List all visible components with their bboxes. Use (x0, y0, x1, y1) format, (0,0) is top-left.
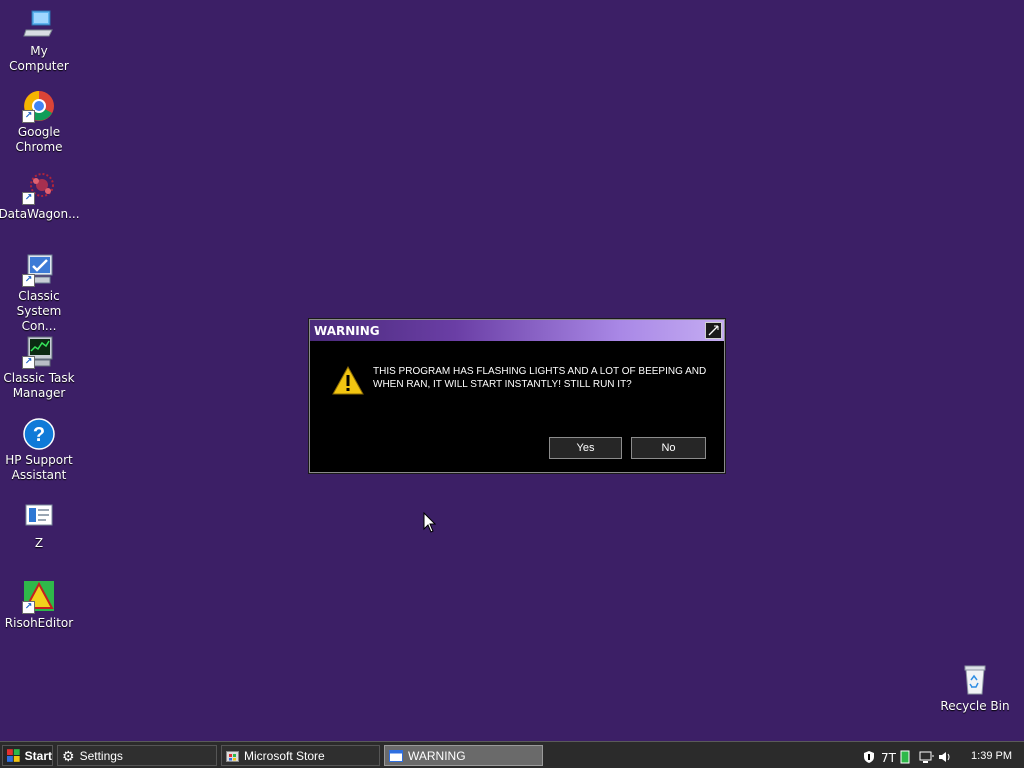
desktop-icon-my-computer[interactable]: My Computer (0, 8, 78, 74)
desktop-icon-datawagon[interactable]: ↗ DataWagon... (0, 171, 80, 222)
desktop-icon-label: Classic Task Manager (3, 371, 75, 400)
start-button[interactable]: Start (2, 745, 53, 766)
store-icon (226, 751, 239, 762)
dialog-title: WARNING (314, 323, 380, 338)
dialog-message: THIS PROGRAM HAS FLASHING LIGHTS AND A L… (373, 366, 707, 390)
start-label: Start (24, 748, 52, 763)
close-button[interactable] (705, 322, 722, 339)
network-icon[interactable] (919, 749, 935, 763)
taskbar-item-label: WARNING (408, 748, 466, 763)
shortcut-arrow-icon: ↗ (22, 110, 35, 123)
window-icon (389, 749, 403, 762)
taskbar: Start ⚙ Settings Microsoft Store WARNING… (0, 741, 1024, 768)
desktop-icon-recycle-bin[interactable]: Recycle Bin (936, 663, 1014, 714)
control-panel-icon: ↗ (22, 253, 56, 287)
taskbar-item-warning[interactable]: WARNING (384, 745, 543, 766)
computer-icon (22, 8, 56, 42)
desktop-icon-label: RisohEditor (4, 616, 74, 630)
desktop-icon-label: Classic System Con... (16, 289, 62, 333)
svg-text:7T: 7T (881, 751, 897, 764)
close-icon (708, 325, 719, 336)
desktop-icon-label: Z (34, 536, 44, 550)
taskbar-item-label: Settings (79, 748, 123, 763)
shortcut-arrow-icon: ↗ (22, 601, 35, 614)
task-manager-icon: ↗ (22, 335, 56, 369)
desktop-icon-label: HP Support Assistant (5, 453, 73, 482)
gear-icon: ⚙ (62, 747, 75, 764)
risoheditor-icon: ↗ (22, 580, 56, 614)
svg-text:?: ? (33, 424, 45, 446)
desktop-icon-label: DataWagon... (0, 207, 80, 221)
desktop-icon-label: My Computer (9, 44, 69, 73)
shortcut-arrow-icon: ↗ (22, 274, 35, 287)
warning-dialog: WARNING THIS PROGRAM HAS FLASHING LIGHTS… (309, 319, 725, 473)
desktop-icon-classic-task-manager[interactable]: ↗ Classic Task Manager (0, 335, 78, 401)
document-window-icon (22, 500, 56, 534)
desktop-icon-label: Recycle Bin (940, 699, 1010, 713)
security-shield-icon[interactable] (862, 749, 876, 763)
ime-input-icon[interactable]: 7T (881, 749, 897, 765)
dialog-body: THIS PROGRAM HAS FLASHING LIGHTS AND A L… (310, 341, 724, 470)
desktop-icon-label: Google Chrome (15, 125, 63, 154)
help-question-icon: ? (22, 417, 56, 451)
recycle-bin-icon (958, 663, 992, 697)
yes-button[interactable]: Yes (549, 437, 622, 459)
mouse-cursor-icon (423, 511, 437, 537)
desktop-icon-classic-system-control[interactable]: ↗ Classic System Con... (0, 253, 78, 334)
chrome-icon: ↗ (22, 89, 56, 123)
taskbar-item-label: Microsoft Store (244, 748, 325, 763)
taskbar-item-settings[interactable]: ⚙ Settings (57, 745, 217, 766)
desktop-icon-google-chrome[interactable]: ↗ Google Chrome (0, 89, 78, 155)
desktop-icon-hp-support-assistant[interactable]: ? HP Support Assistant (0, 417, 78, 483)
shortcut-arrow-icon: ↗ (22, 192, 35, 205)
desktop-icon-risoheditor[interactable]: ↗ RisohEditor (0, 580, 78, 631)
datawagon-icon: ↗ (22, 171, 56, 205)
system-tray: 7T 1:39 PM (862, 745, 1024, 766)
warning-icon (332, 365, 364, 400)
no-button[interactable]: No (631, 437, 706, 459)
desktop-icon-z[interactable]: Z (0, 500, 78, 551)
dialog-titlebar[interactable]: WARNING (310, 320, 724, 341)
clock[interactable]: 1:39 PM (971, 750, 1012, 762)
volume-icon[interactable] (938, 749, 952, 763)
shortcut-arrow-icon: ↗ (22, 356, 35, 369)
windows-logo-icon (7, 749, 20, 762)
battery-icon[interactable] (900, 749, 914, 763)
taskbar-item-microsoft-store[interactable]: Microsoft Store (221, 745, 380, 766)
